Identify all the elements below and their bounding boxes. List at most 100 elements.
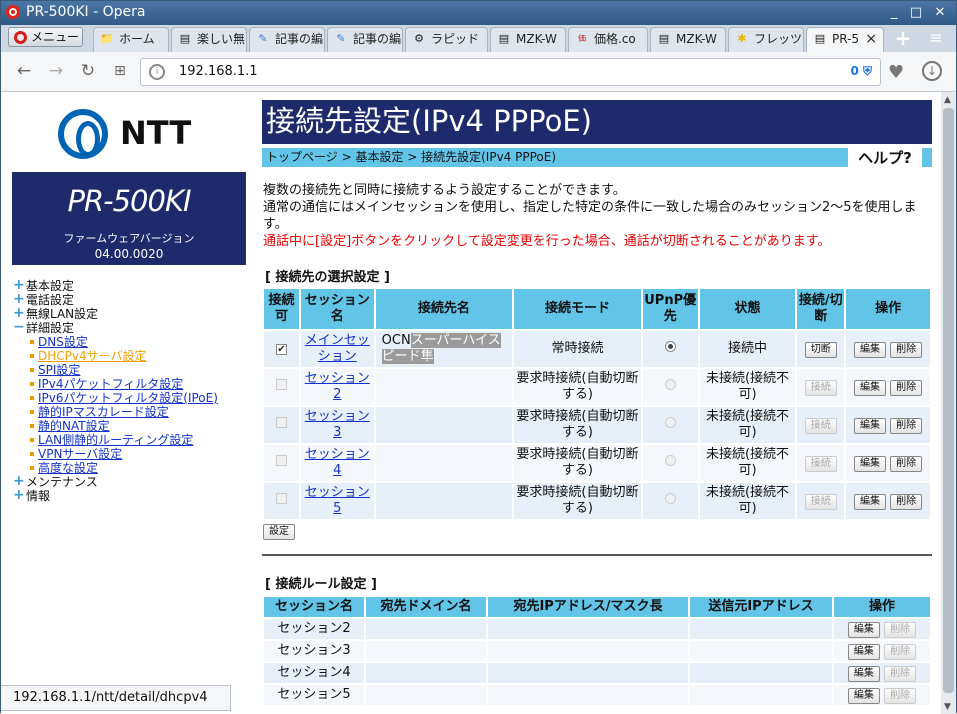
nav-sub-advanced[interactable]: 高度な設定 bbox=[13, 461, 218, 475]
speed-dial-icon[interactable]: ⊞ bbox=[109, 61, 131, 83]
tab-active[interactable]: ▤ PR-5 × bbox=[806, 27, 884, 52]
close-icon[interactable]: ✕ bbox=[932, 5, 948, 21]
enable-checkbox[interactable]: ✔ bbox=[275, 344, 287, 355]
vertical-scrollbar[interactable]: ▲ ▼ bbox=[941, 92, 956, 714]
connect-button[interactable]: 接続 bbox=[804, 493, 837, 510]
tab-2[interactable]: ▤ 楽しい無 bbox=[171, 27, 247, 52]
session-link[interactable]: セッション2 bbox=[305, 371, 370, 402]
address-bar: ← → ↻ ⊞ i 192.168.1.1 0 ⛨ ♥ ↓ bbox=[1, 52, 956, 92]
tab-4[interactable]: ✎ 記事の編 bbox=[327, 27, 403, 52]
delete-button[interactable]: 削除 bbox=[890, 341, 923, 358]
tab-close-icon[interactable]: × bbox=[865, 28, 877, 50]
delete-button[interactable]: 削除 bbox=[884, 643, 917, 660]
delete-button[interactable]: 削除 bbox=[884, 687, 917, 704]
bullet-icon bbox=[30, 438, 34, 442]
delete-button[interactable]: 削除 bbox=[884, 621, 917, 638]
nav-link[interactable]: 高度な設定 bbox=[38, 461, 98, 475]
help-button[interactable]: ヘルプ? bbox=[848, 148, 922, 169]
edit-button[interactable]: 編集 bbox=[854, 493, 887, 510]
enable-checkbox[interactable] bbox=[275, 493, 287, 504]
upnp-radio[interactable] bbox=[664, 417, 676, 428]
opera-menu-button[interactable]: メニュー bbox=[8, 27, 83, 47]
reload-icon[interactable]: ↻ bbox=[77, 61, 99, 83]
enable-checkbox[interactable] bbox=[275, 455, 287, 466]
scroll-thumb[interactable] bbox=[943, 108, 954, 693]
edit-button[interactable]: 編集 bbox=[854, 341, 887, 358]
nav-sub-ipv6-filter[interactable]: IPv6パケットフィルタ設定(IPoE) bbox=[13, 391, 218, 405]
download-icon[interactable]: ↓ bbox=[922, 61, 942, 81]
tab-3[interactable]: ✎ 記事の編 bbox=[249, 27, 325, 52]
delete-button[interactable]: 削除 bbox=[890, 455, 923, 472]
nav-maintenance[interactable]: + メンテナンス bbox=[13, 474, 218, 489]
nav-info[interactable]: + 情報 bbox=[13, 488, 218, 503]
nav-link[interactable]: IPv6パケットフィルタ設定(IPoE) bbox=[38, 391, 218, 405]
edit-button[interactable]: 編集 bbox=[847, 643, 880, 660]
session-link[interactable]: セッション5 bbox=[305, 485, 370, 516]
edit-button[interactable]: 編集 bbox=[854, 455, 887, 472]
session-link[interactable]: セッション4 bbox=[305, 447, 370, 478]
session-link[interactable]: セッション3 bbox=[305, 409, 370, 440]
nav-wlan[interactable]: + 無線LAN設定 bbox=[13, 306, 218, 321]
nav-link[interactable]: SPI設定 bbox=[38, 363, 80, 377]
tab-7[interactable]: 価価格.co bbox=[568, 27, 648, 52]
nav-link[interactable]: 静的IPマスカレード設定 bbox=[38, 405, 169, 419]
connect-button[interactable]: 接続 bbox=[804, 417, 837, 434]
upnp-radio[interactable] bbox=[664, 493, 676, 504]
back-icon[interactable]: ← bbox=[13, 61, 35, 83]
delete-button[interactable]: 削除 bbox=[884, 665, 917, 682]
nav-phone[interactable]: + 電話設定 bbox=[13, 292, 218, 307]
upnp-radio[interactable] bbox=[664, 341, 676, 352]
edit-button[interactable]: 編集 bbox=[847, 621, 880, 638]
site-info-icon[interactable]: i bbox=[149, 64, 165, 80]
delete-button[interactable]: 削除 bbox=[890, 417, 923, 434]
rapid-icon: ⚙ bbox=[414, 32, 424, 45]
nav-link[interactable]: IPv4パケットフィルタ設定 bbox=[38, 377, 183, 391]
nav-sub-dns[interactable]: DNS設定 bbox=[13, 335, 218, 349]
adblock-badge[interactable]: 0 ⛨ bbox=[850, 64, 872, 79]
url-field[interactable]: i 192.168.1.1 0 ⛨ bbox=[140, 58, 881, 86]
apply-button[interactable]: 設定 bbox=[263, 524, 295, 540]
scroll-down-icon[interactable]: ▼ bbox=[944, 702, 951, 712]
upnp-radio[interactable] bbox=[664, 455, 676, 466]
connect-button[interactable]: 接続 bbox=[804, 379, 837, 396]
edit-button[interactable]: 編集 bbox=[854, 379, 887, 396]
nav-sub-vpn[interactable]: VPNサーバ設定 bbox=[13, 447, 218, 461]
disconnect-button[interactable]: 切断 bbox=[804, 341, 837, 358]
nav-sub-dhcpv4[interactable]: DHCPv4サーバ設定 bbox=[13, 349, 218, 363]
forward-icon[interactable]: → bbox=[45, 61, 67, 83]
tab-6[interactable]: ▤ MZK-W bbox=[490, 27, 566, 52]
tab-5[interactable]: ⚙ ラピッド bbox=[405, 27, 488, 52]
tab-home[interactable]: 📁 ホーム bbox=[93, 27, 169, 52]
tab-9[interactable]: ✱ フレッツ bbox=[728, 27, 804, 52]
enable-checkbox[interactable] bbox=[275, 417, 287, 428]
nav-sub-spi[interactable]: SPI設定 bbox=[13, 363, 218, 377]
nav-detail[interactable]: − 詳細設定 bbox=[13, 320, 218, 335]
nav-link[interactable]: LAN側静的ルーティング設定 bbox=[38, 433, 193, 447]
delete-button[interactable]: 削除 bbox=[890, 379, 923, 396]
nav-sub-static-nat[interactable]: 静的NAT設定 bbox=[13, 419, 218, 433]
maximize-icon[interactable]: □ bbox=[908, 5, 924, 21]
nav-link[interactable]: 静的NAT設定 bbox=[38, 419, 110, 433]
upnp-radio[interactable] bbox=[664, 379, 676, 390]
scroll-up-icon[interactable]: ▲ bbox=[944, 95, 951, 105]
tab-menu-icon[interactable]: ≡ bbox=[925, 28, 947, 50]
edit-button[interactable]: 編集 bbox=[847, 687, 880, 704]
edit-button[interactable]: 編集 bbox=[847, 665, 880, 682]
enable-checkbox[interactable] bbox=[275, 379, 287, 390]
minimize-icon[interactable]: _ bbox=[886, 5, 902, 21]
new-tab-button[interactable]: + bbox=[892, 28, 914, 50]
delete-button[interactable]: 削除 bbox=[890, 493, 923, 510]
edit-button[interactable]: 編集 bbox=[854, 417, 887, 434]
bookmark-heart-icon[interactable]: ♥ bbox=[888, 62, 904, 83]
nav-link[interactable]: VPNサーバ設定 bbox=[38, 447, 122, 461]
nav-sub-ipv4-filter[interactable]: IPv4パケットフィルタ設定 bbox=[13, 377, 218, 391]
connect-button[interactable]: 接続 bbox=[804, 455, 837, 472]
nav-sub-masquerade[interactable]: 静的IPマスカレード設定 bbox=[13, 405, 218, 419]
breadcrumb-text[interactable]: トップページ > 基本設定 > 接続先設定(IPv4 PPPoE) bbox=[266, 150, 556, 164]
tab-8[interactable]: ▤ MZK-W bbox=[650, 27, 726, 52]
nav-link[interactable]: DNS設定 bbox=[38, 335, 88, 349]
nav-sub-lan-routing[interactable]: LAN側静的ルーティング設定 bbox=[13, 433, 218, 447]
nav-basic[interactable]: + 基本設定 bbox=[13, 278, 218, 293]
session-link[interactable]: メインセッション bbox=[305, 333, 370, 364]
nav-link[interactable]: DHCPv4サーバ設定 bbox=[38, 349, 147, 363]
